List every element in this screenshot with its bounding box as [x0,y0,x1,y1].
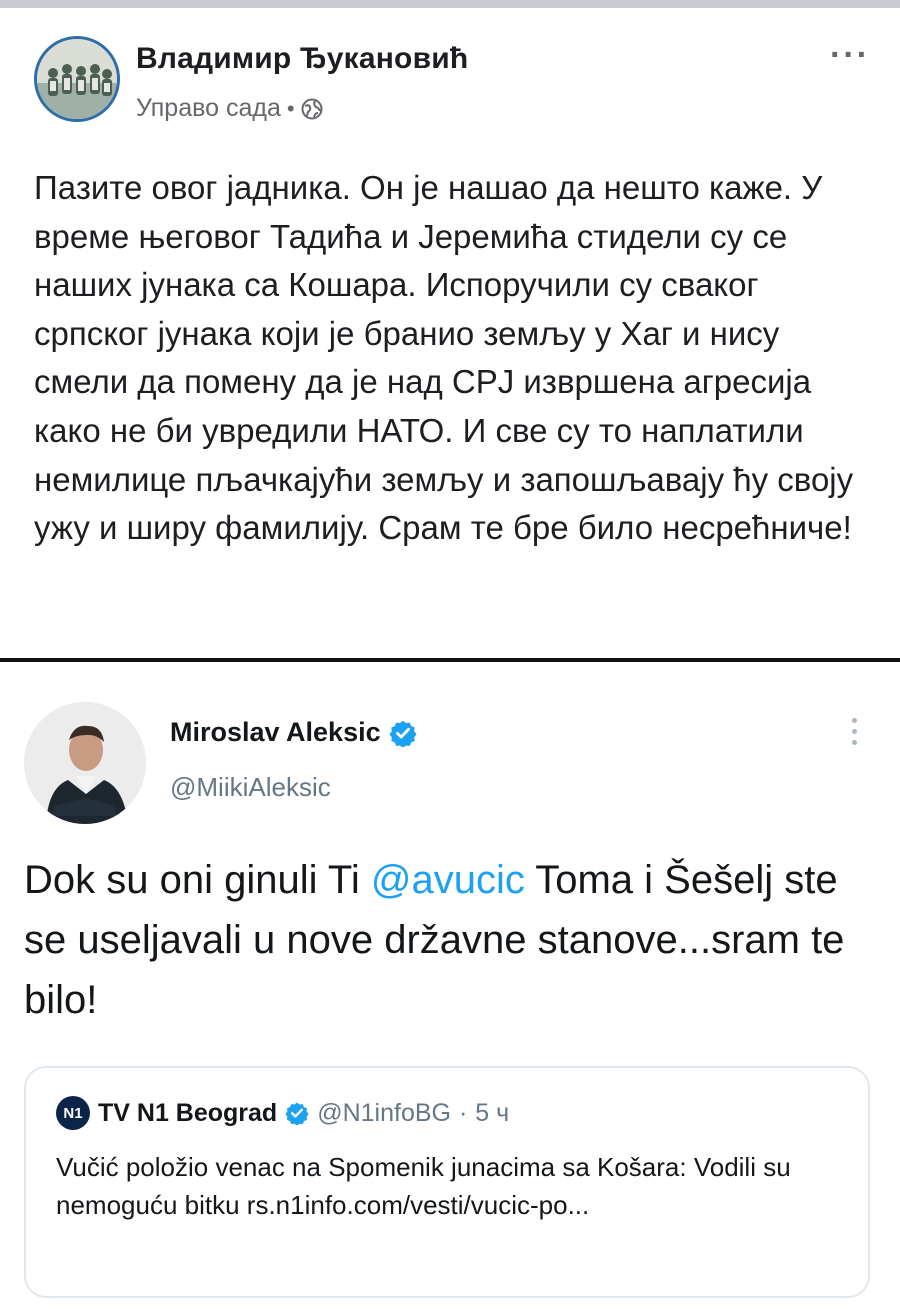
verified-badge-icon [285,1102,309,1125]
tweet-more-icon[interactable] [852,718,860,751]
more-options-icon[interactable]: ··· [830,36,870,75]
author-name[interactable]: Владимир Ђукановић [136,42,468,76]
post-time[interactable]: Управо сада [136,94,281,123]
facebook-post: Владимир Ђукановић Управо сада • ··· Паз… [0,8,900,658]
quoted-author-handle[interactable]: @N1infoBG [317,1099,451,1128]
group-photo-icon [37,39,117,119]
top-divider [0,0,900,8]
tweet-author-handle[interactable]: @MiikiAleksic [170,772,331,803]
person-photo-icon [24,702,146,824]
tweet-author-label: Miroslav Aleksic [170,717,381,747]
tweet-text: Dok su oni ginuli Ti @avucic Toma i Šeše… [24,850,884,1030]
meta-separator: • [286,95,295,121]
tweet-author-avatar[interactable] [24,702,146,824]
tweet-text-start: Dok su oni ginuli Ti [24,858,371,902]
n1-logo-icon: N1 [56,1096,90,1130]
post-meta: Управо сада • [136,94,323,123]
tweet-card: Miroslav Aleksic @MiikiAleksic Dok su on… [0,658,900,1311]
quoted-separator: · [458,1098,468,1127]
quoted-tweet[interactable]: N1 TV N1 Beograd @N1infoBG · 5 ч Vučić p… [24,1066,870,1298]
tweet-author-name[interactable]: Miroslav Aleksic [170,717,417,748]
quoted-tweet-header: N1 TV N1 Beograd @N1infoBG · 5 ч [56,1096,509,1130]
quoted-author-name[interactable]: TV N1 Beograd [98,1099,277,1128]
quoted-time: 5 ч [475,1098,510,1127]
globe-icon [301,98,323,119]
quoted-tweet-text: Vučić položio venac na Spomenik junacima… [56,1152,791,1220]
author-avatar[interactable] [34,36,120,122]
mention-link[interactable]: @avucic [371,858,525,902]
post-text: Пазите овог јадника. Он је нашао да нешт… [34,169,854,547]
verified-badge-icon [389,720,417,747]
